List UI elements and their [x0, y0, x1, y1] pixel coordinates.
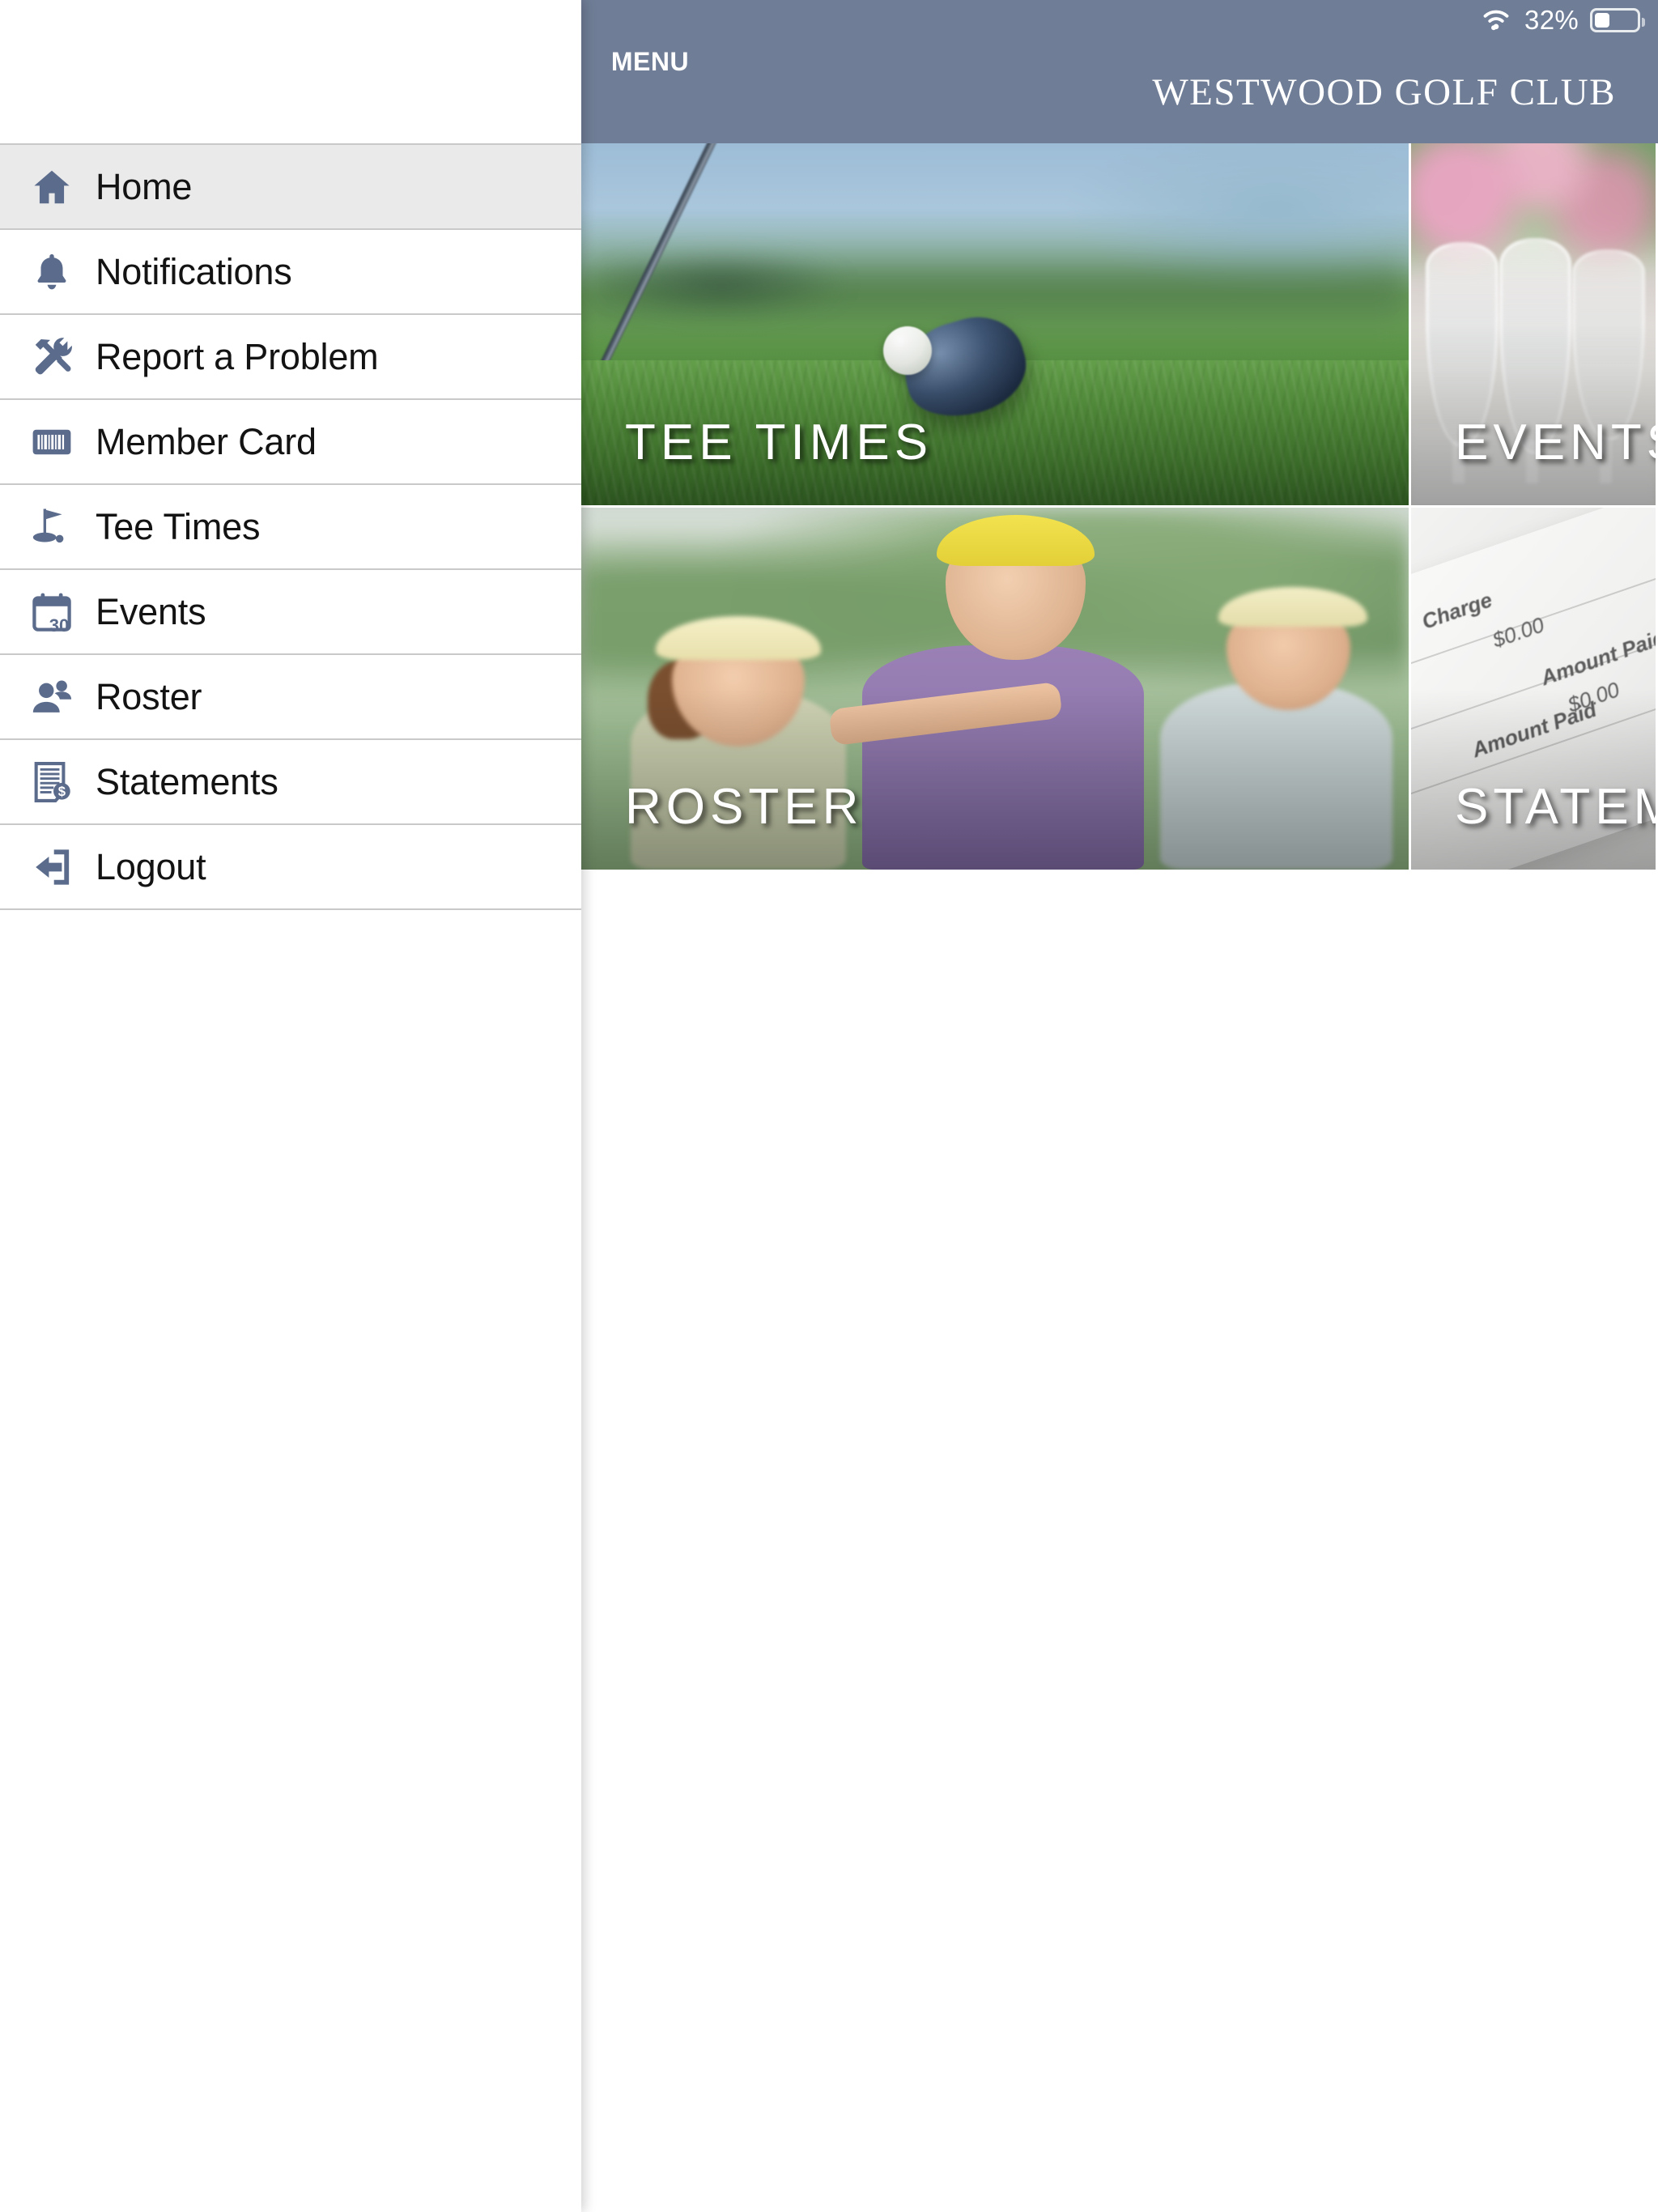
- battery-fill: [1595, 13, 1609, 28]
- app-header: MENU WESTWOOD GOLF CLUB: [581, 40, 1658, 143]
- page-body: [581, 872, 1658, 2212]
- tools-icon: [18, 335, 86, 379]
- sidebar-item-label: Report a Problem: [96, 335, 379, 377]
- menu-button-label: MENU: [610, 47, 690, 76]
- sidebar-item-label: Home: [96, 165, 193, 207]
- sidebar-item-home[interactable]: Home: [0, 145, 581, 230]
- sidebar-menu-list: Home Notifications Report a Problem Member …: [0, 143, 581, 910]
- sidebar-item-statements[interactable]: Statements: [0, 740, 581, 825]
- tile-label-roster: ROSTER: [625, 779, 864, 835]
- status-bar: 32%: [581, 0, 1658, 40]
- tile-roster[interactable]: ROSTER: [581, 508, 1411, 872]
- sidebar-item-label: Notifications: [96, 250, 292, 292]
- sidebar-item-label: Events: [96, 590, 206, 632]
- sidebar-item-label: Statements: [96, 760, 278, 802]
- tile-label-tee-times: TEE TIMES: [625, 415, 933, 470]
- tile-tee-times[interactable]: TEE TIMES: [581, 143, 1411, 508]
- status-bar-right: 32%: [1479, 5, 1645, 36]
- battery-icon: [1590, 8, 1645, 32]
- sidebar-item-member-card[interactable]: Member Card: [0, 400, 581, 485]
- sidebar-item-label: Logout: [96, 845, 206, 887]
- sidebar-item-label: Roster: [96, 675, 202, 717]
- sidebar-item-logout[interactable]: Logout: [0, 825, 581, 910]
- sidebar-item-roster[interactable]: Roster: [0, 655, 581, 740]
- tile-label-events: EVENTS: [1455, 415, 1656, 470]
- wifi-icon: [1479, 6, 1513, 36]
- home-tile-grid: TEE TIMES EVENTS: [581, 143, 1658, 872]
- calendar-day-label: 30: [49, 615, 70, 636]
- home-icon: [18, 165, 86, 209]
- document-dollar-icon: [18, 760, 86, 804]
- battery-percent-label: 32%: [1524, 5, 1579, 35]
- sidebar-item-events[interactable]: 30 Events: [0, 570, 581, 655]
- sidebar-item-label: Tee Times: [96, 505, 261, 547]
- golf-flag-icon: [18, 505, 86, 549]
- sidebar-item-notifications[interactable]: Notifications: [0, 230, 581, 315]
- tile-label-statements: STATEMENTS: [1455, 779, 1656, 835]
- drawer-top-spacer: [0, 0, 581, 143]
- people-icon: [18, 675, 86, 719]
- sidebar-item-label: Member Card: [96, 420, 317, 462]
- club-title: WESTWOOD GOLF CLUB: [1152, 70, 1616, 113]
- logout-icon: [18, 845, 86, 889]
- bell-icon: [18, 250, 86, 294]
- app-surface: 32% MENU WESTWOOD GOLF CLUB TEE TIMES EV…: [581, 0, 1658, 2212]
- tile-events[interactable]: EVENTS: [1411, 143, 1658, 508]
- navigation-drawer: Home Notifications Report a Problem Member …: [0, 0, 581, 2212]
- tile-statements[interactable]: Charge $0.00 Amount Paid $0.00 Amount Pa…: [1411, 508, 1658, 872]
- menu-button[interactable]: MENU: [606, 49, 695, 74]
- barcode-icon: [18, 420, 86, 464]
- sidebar-item-tee-times[interactable]: Tee Times: [0, 485, 581, 570]
- sidebar-item-report-a-problem[interactable]: Report a Problem: [0, 315, 581, 400]
